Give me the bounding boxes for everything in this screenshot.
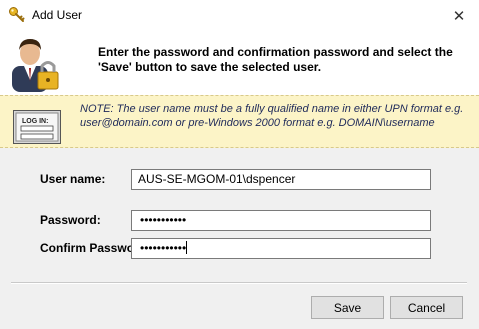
close-icon: ✕ (452, 7, 466, 25)
login-screen-icon: LOG IN: (13, 110, 61, 144)
divider (11, 282, 467, 284)
user-with-lock-icon (12, 39, 59, 92)
cancel-button[interactable]: Cancel (390, 296, 463, 319)
password-field[interactable]: ••••••••••• (131, 210, 431, 231)
note-banner: LOG IN: NOTE: The user name must be a fu… (0, 95, 479, 148)
confirm-password-value: ••••••••••• (140, 241, 187, 255)
save-button[interactable]: Save (311, 296, 384, 319)
title-bar: Add User ✕ (0, 0, 479, 31)
text-caret (186, 241, 188, 254)
header-instruction: Enter the password and confirmation pass… (98, 45, 453, 74)
confirm-password-field[interactable]: ••••••••••• (131, 238, 431, 259)
username-field[interactable]: AUS-SE-MGOM-01\dspencer (131, 169, 431, 190)
close-button[interactable]: ✕ (439, 0, 479, 31)
window-title: Add User (32, 8, 83, 22)
header-panel: Enter the password and confirmation pass… (0, 31, 479, 95)
login-icon-text: LOG IN: (22, 118, 48, 125)
username-label: User name: (40, 172, 106, 186)
key-icon (9, 7, 25, 22)
note-text: NOTE: The user name must be a fully qual… (80, 103, 464, 129)
password-label: Password: (40, 213, 101, 227)
